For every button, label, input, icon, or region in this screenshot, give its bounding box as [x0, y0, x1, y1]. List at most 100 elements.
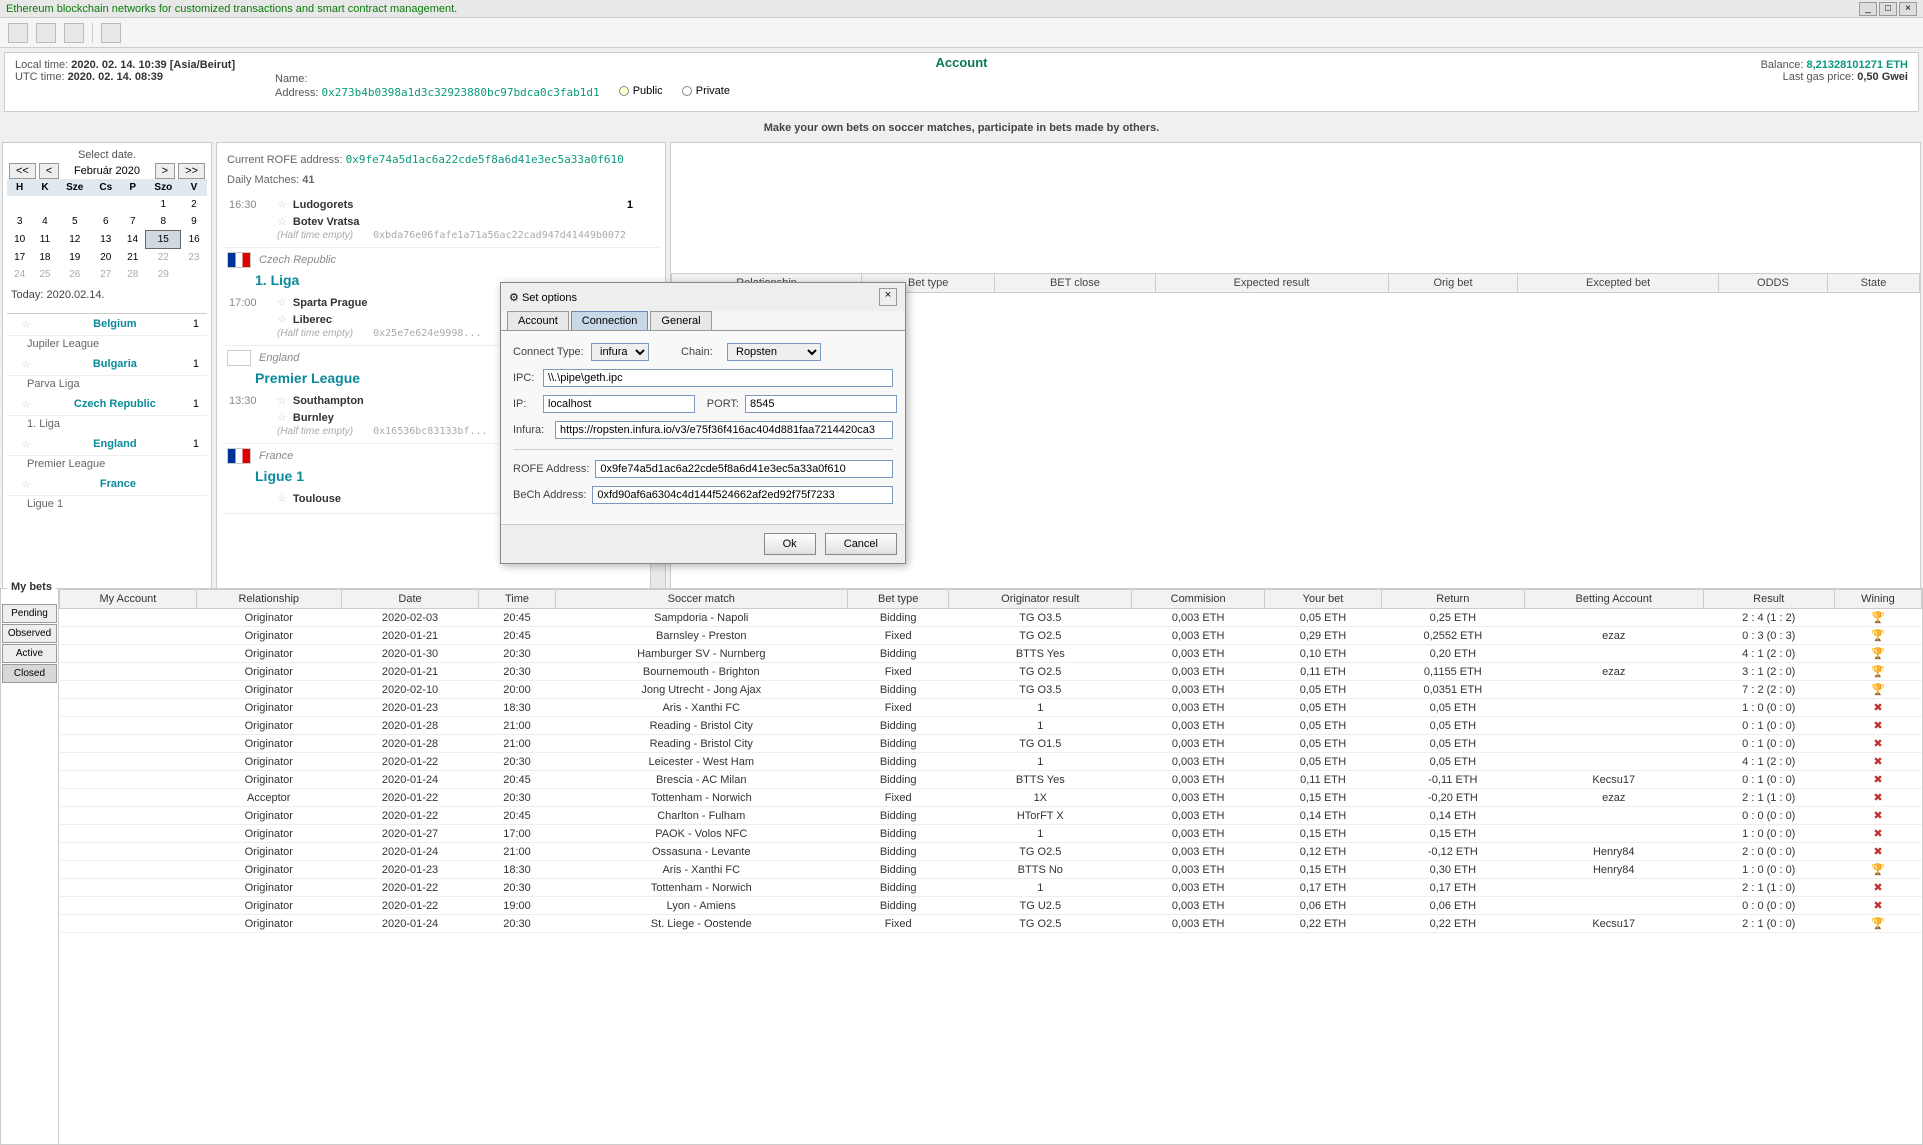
- maximize-button[interactable]: □: [1879, 2, 1897, 16]
- country-item[interactable]: ☆France: [7, 474, 207, 496]
- cross-icon: ✖: [1873, 810, 1882, 822]
- toolbar-icon-2[interactable]: [36, 23, 56, 43]
- port-input[interactable]: [745, 395, 897, 413]
- trophy-icon: 🏆: [1871, 648, 1885, 660]
- cal-next-month[interactable]: >: [155, 163, 175, 179]
- status-tab-closed[interactable]: Closed: [2, 664, 57, 683]
- star-icon[interactable]: ☆: [15, 438, 37, 451]
- table-row[interactable]: Originator2020-01-2220:45Charlton - Fulh…: [60, 807, 1922, 825]
- cal-prev-year[interactable]: <<: [9, 163, 36, 179]
- toolbar-icon-tools[interactable]: [101, 23, 121, 43]
- cal-selected-day[interactable]: 15: [146, 231, 181, 249]
- star-icon[interactable]: ☆: [271, 394, 293, 407]
- star-icon[interactable]: ☆: [271, 198, 293, 211]
- star-icon[interactable]: ☆: [15, 318, 37, 331]
- star-icon[interactable]: ☆: [15, 398, 37, 411]
- star-icon[interactable]: ☆: [15, 478, 37, 491]
- modal-tab-connection[interactable]: Connection: [571, 311, 649, 330]
- table-row[interactable]: Originator2020-01-2120:45Barnsley - Pres…: [60, 627, 1922, 645]
- bech-addr-input[interactable]: [592, 486, 893, 504]
- chain-select[interactable]: Ropsten: [727, 343, 821, 361]
- table-row[interactable]: Originator2020-01-2220:30Leicester - Wes…: [60, 753, 1922, 771]
- modal-tabs: AccountConnectionGeneral: [501, 311, 905, 331]
- table-row[interactable]: Originator2020-01-2318:30Aris - Xanthi F…: [60, 861, 1922, 879]
- bets-table: My AccountRelationshipDateTimeSoccer mat…: [59, 589, 1922, 933]
- table-row[interactable]: Originator2020-01-2821:00Reading - Brist…: [60, 735, 1922, 753]
- trophy-icon: 🏆: [1871, 918, 1885, 930]
- modal-tab-general[interactable]: General: [650, 311, 711, 330]
- infura-input[interactable]: [555, 421, 893, 439]
- table-row[interactable]: Originator2020-01-2821:00Reading - Brist…: [60, 717, 1922, 735]
- my-bets-title: My bets: [7, 581, 56, 593]
- league-item[interactable]: 1. Liga: [7, 416, 207, 434]
- league-item[interactable]: Premier League: [7, 456, 207, 474]
- table-row[interactable]: Originator2020-01-2219:00Lyon - AmiensBi…: [60, 897, 1922, 915]
- my-bets-section: My bets PendingObservedActiveClosed My A…: [0, 588, 1923, 1145]
- utc-time-label: UTC time:: [15, 71, 65, 83]
- table-row[interactable]: Originator2020-01-2420:45Brescia - AC Mi…: [60, 771, 1922, 789]
- table-row[interactable]: Originator2020-01-2421:00Ossasuna - Leva…: [60, 843, 1922, 861]
- rofe-addr-input[interactable]: [595, 460, 893, 478]
- trophy-icon: 🏆: [1871, 630, 1885, 642]
- star-icon[interactable]: ☆: [271, 296, 293, 309]
- match-block[interactable]: 16:30☆Ludogorets1☆Botev Vratsa(Half time…: [223, 190, 659, 248]
- connect-type-select[interactable]: infura: [591, 343, 649, 361]
- flag-icon: [227, 448, 251, 464]
- table-row[interactable]: Originator2020-01-2220:30Tottenham - Nor…: [60, 879, 1922, 897]
- main-area: Select date. << < Február 2020 > >> HKSz…: [0, 140, 1923, 630]
- table-row[interactable]: Originator2020-01-2420:30St. Liege - Oos…: [60, 915, 1922, 933]
- balance-label: Balance:: [1761, 59, 1804, 71]
- country-item[interactable]: ☆Belgium1: [7, 314, 207, 336]
- modal-close-button[interactable]: ×: [879, 288, 897, 306]
- calendar-panel: Select date. << < Február 2020 > >> HKSz…: [2, 142, 212, 628]
- cal-prev-month[interactable]: <: [39, 163, 59, 179]
- status-tab-observed[interactable]: Observed: [2, 624, 57, 643]
- port-label: PORT:: [701, 398, 739, 410]
- gear-icon: ⚙: [509, 292, 519, 304]
- ok-button[interactable]: Ok: [764, 533, 816, 555]
- status-tab-pending[interactable]: Pending: [2, 604, 57, 623]
- table-row[interactable]: Originator2020-02-1020:00Jong Utrecht - …: [60, 681, 1922, 699]
- gas-value: 0,50 Gwei: [1857, 71, 1908, 83]
- name-label: Name:: [275, 73, 307, 85]
- rofe-addr-label: ROFE Address:: [513, 463, 589, 475]
- public-radio[interactable]: Public: [619, 85, 663, 97]
- chain-label: Chain:: [681, 346, 721, 358]
- status-tab-active[interactable]: Active: [2, 644, 57, 663]
- table-row[interactable]: Acceptor2020-01-2220:30Tottenham - Norwi…: [60, 789, 1922, 807]
- star-icon[interactable]: ☆: [271, 411, 293, 424]
- table-row[interactable]: Originator2020-01-2717:00PAOK - Volos NF…: [60, 825, 1922, 843]
- toolbar-icon-3[interactable]: [64, 23, 84, 43]
- modal-tab-account[interactable]: Account: [507, 311, 569, 330]
- star-icon[interactable]: ☆: [15, 358, 37, 371]
- modal-title: Set options: [522, 292, 577, 304]
- private-radio[interactable]: Private: [682, 85, 730, 97]
- country-item[interactable]: ☆England1: [7, 434, 207, 456]
- league-item[interactable]: Ligue 1: [7, 496, 207, 514]
- rofe-value: 0x9fe74a5d1ac6a22cde5f8a6d41e3ec5a33a0f6…: [346, 153, 624, 166]
- cal-next-year[interactable]: >>: [178, 163, 205, 179]
- close-button[interactable]: ×: [1899, 2, 1917, 16]
- trophy-icon: 🏆: [1871, 666, 1885, 678]
- table-row[interactable]: Originator2020-02-0320:45Sampdoria - Nap…: [60, 609, 1922, 627]
- cross-icon: ✖: [1873, 792, 1882, 804]
- table-row[interactable]: Originator2020-01-3020:30Hamburger SV - …: [60, 645, 1922, 663]
- table-row[interactable]: Originator2020-01-2318:30Aris - Xanthi F…: [60, 699, 1922, 717]
- cancel-button[interactable]: Cancel: [825, 533, 897, 555]
- cross-icon: ✖: [1873, 846, 1882, 858]
- league-item[interactable]: Jupiler League: [7, 336, 207, 354]
- app-title: Ethereum blockchain networks for customi…: [6, 3, 457, 15]
- country-item[interactable]: ☆Czech Republic1: [7, 394, 207, 416]
- star-icon[interactable]: ☆: [271, 492, 293, 505]
- ip-input[interactable]: [543, 395, 695, 413]
- ipc-input[interactable]: [543, 369, 893, 387]
- country-item[interactable]: ☆Bulgaria1: [7, 354, 207, 376]
- toolbar-icon-1[interactable]: [8, 23, 28, 43]
- league-item[interactable]: Parva Liga: [7, 376, 207, 394]
- star-icon[interactable]: ☆: [271, 313, 293, 326]
- star-icon[interactable]: ☆: [271, 215, 293, 228]
- trophy-icon: 🏆: [1871, 684, 1885, 696]
- table-row[interactable]: Originator2020-01-2120:30Bournemouth - B…: [60, 663, 1922, 681]
- minimize-button[interactable]: _: [1859, 2, 1877, 16]
- cross-icon: ✖: [1873, 720, 1882, 732]
